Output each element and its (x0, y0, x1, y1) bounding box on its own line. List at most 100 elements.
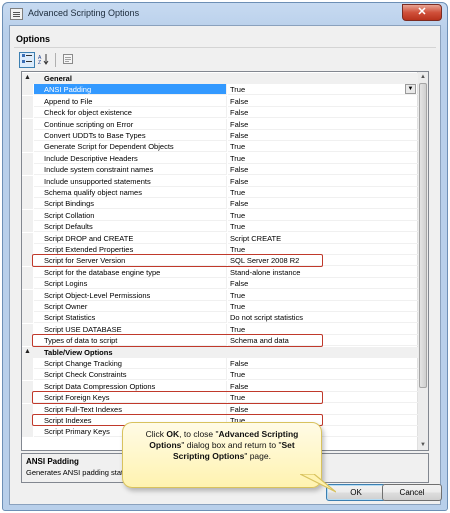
value-dropdown-icon[interactable]: ▼ (405, 84, 416, 95)
close-button[interactable]: ✕ (402, 4, 442, 21)
property-row[interactable]: Include system constraint names False (22, 164, 418, 176)
property-row[interactable]: Check for object existence False (22, 107, 418, 119)
row-gutter (22, 380, 33, 392)
property-value (228, 346, 418, 358)
property-name: Script Extended Properties (34, 244, 227, 255)
property-row[interactable]: Script Object-Level Permissions True (22, 289, 418, 301)
property-row[interactable]: Script Statistics Do not script statistic… (22, 312, 418, 324)
property-row[interactable]: Include unsupported statements False (22, 175, 418, 187)
row-gutter (22, 130, 33, 141)
property-value[interactable]: True (228, 369, 418, 381)
property-grid[interactable]: ▲ ▼ ▲ General ANSI Padding True ▼ Append to F… (21, 71, 429, 451)
property-row[interactable]: Script USE DATABASE True (22, 323, 418, 335)
row-gutter (22, 301, 33, 312)
property-value[interactable]: True (228, 210, 418, 221)
property-row[interactable]: Script Full-Text Indexes False (22, 403, 418, 415)
property-value[interactable]: True (228, 221, 418, 233)
row-gutter (22, 107, 33, 119)
property-value[interactable]: False (228, 176, 418, 187)
property-value[interactable]: False (228, 358, 418, 369)
property-name: Schema qualify object names (34, 187, 227, 198)
collapse-icon[interactable]: ▲ (24, 74, 31, 82)
row-gutter (22, 289, 33, 301)
property-value[interactable]: False (228, 278, 418, 290)
property-name: Script Object-Level Permissions (34, 289, 227, 301)
options-heading: Options (16, 34, 50, 44)
cancel-button[interactable]: Cancel (382, 484, 442, 501)
property-value[interactable]: False (228, 381, 418, 392)
property-row[interactable]: Script for the database engine type Stand… (22, 266, 418, 278)
categorized-icon[interactable] (19, 52, 35, 68)
callout-pointer (300, 474, 336, 493)
scroll-down-icon[interactable]: ▼ (418, 440, 428, 450)
property-row[interactable]: Schema qualify object names True (22, 187, 418, 198)
property-name: ANSI Padding (34, 84, 227, 96)
property-value[interactable]: Script CREATE (228, 233, 418, 244)
category-row[interactable]: ▲ Table/View Options (22, 346, 418, 358)
scroll-thumb[interactable] (419, 83, 427, 388)
window-title: Advanced Scripting Options (28, 8, 140, 18)
row-gutter (22, 84, 33, 96)
property-value[interactable]: False (228, 164, 418, 176)
property-row[interactable]: Script Check Constraints True (22, 369, 418, 381)
property-name: Script USE DATABASE (34, 323, 227, 335)
property-value[interactable]: False (228, 107, 418, 119)
alphabetical-icon[interactable]: AZ (36, 52, 52, 68)
property-value[interactable]: True (228, 324, 418, 335)
property-value[interactable]: False (228, 198, 418, 210)
property-value[interactable]: SQL Server 2008 R2 (228, 255, 418, 267)
property-value[interactable]: Stand-alone instance (228, 267, 418, 278)
row-gutter (22, 369, 33, 381)
property-row[interactable]: Script Owner True (22, 301, 418, 312)
property-value[interactable]: Do not script statistics (228, 312, 418, 324)
property-row[interactable]: Continue scripting on Error False (22, 118, 418, 130)
property-pages-icon[interactable] (60, 52, 76, 68)
scroll-up-icon[interactable]: ▲ (418, 72, 428, 82)
property-row[interactable]: Script for Server Version SQL Server 2008… (22, 255, 418, 267)
property-value[interactable]: True (228, 141, 418, 153)
property-name: Script Collation (34, 209, 227, 221)
vertical-scrollbar[interactable]: ▲ ▼ (417, 72, 428, 450)
property-row[interactable]: Script DROP and CREATE Script CREATE (22, 232, 418, 244)
collapse-icon[interactable]: ▲ (24, 348, 31, 356)
property-value[interactable]: False (228, 404, 418, 415)
property-value[interactable]: False (228, 96, 418, 107)
property-value[interactable]: False (228, 130, 418, 141)
description-title: ANSI Padding (26, 457, 79, 466)
property-row[interactable]: Include Descriptive Headers True (22, 152, 418, 164)
property-row[interactable]: Script Defaults True (22, 221, 418, 233)
row-gutter (22, 312, 33, 324)
property-value[interactable]: True (228, 301, 418, 312)
property-row[interactable]: Script Data Compression Options False (22, 380, 418, 392)
property-value[interactable]: True (228, 290, 418, 301)
callout-ok-emphasis: OK (166, 429, 180, 439)
property-row[interactable]: Script Collation True (22, 209, 418, 221)
category-label: General (34, 73, 227, 84)
property-row[interactable]: Script Bindings False (22, 198, 418, 210)
property-value[interactable]: True (228, 244, 418, 255)
property-value[interactable]: False (228, 119, 418, 130)
property-row[interactable]: Script Logins False (22, 278, 418, 290)
property-value[interactable]: True (228, 153, 418, 164)
category-row[interactable]: ▲ General (22, 73, 418, 84)
property-row[interactable]: Script Extended Properties True (22, 244, 418, 255)
property-name: Script for the database engine type (34, 266, 227, 278)
property-value[interactable]: True (228, 392, 418, 404)
property-row[interactable]: Convert UDDTs to Base Types False (22, 130, 418, 141)
property-row[interactable]: Script Foreign Keys True (22, 392, 418, 404)
property-row[interactable]: Append to File False (22, 95, 418, 107)
property-value[interactable]: True (228, 84, 418, 96)
property-value[interactable]: True (228, 187, 418, 198)
property-name: Script Change Tracking (34, 358, 227, 369)
title-bar[interactable]: Advanced Scripting Options ✕ (3, 3, 447, 25)
property-row[interactable]: Types of data to script Schema and data (22, 335, 418, 347)
property-name: Convert UDDTs to Base Types (34, 130, 227, 141)
property-row[interactable]: Script Change Tracking False (22, 358, 418, 369)
property-name: Check for object existence (34, 107, 227, 119)
property-value[interactable]: Schema and data (228, 335, 418, 347)
property-row[interactable]: ANSI Padding True ▼ (22, 84, 418, 96)
toolbar-separator (55, 53, 56, 67)
row-gutter (22, 358, 33, 369)
property-row[interactable]: Generate Script for Dependent Objects Tru… (22, 141, 418, 153)
property-name: Append to File (34, 95, 227, 107)
